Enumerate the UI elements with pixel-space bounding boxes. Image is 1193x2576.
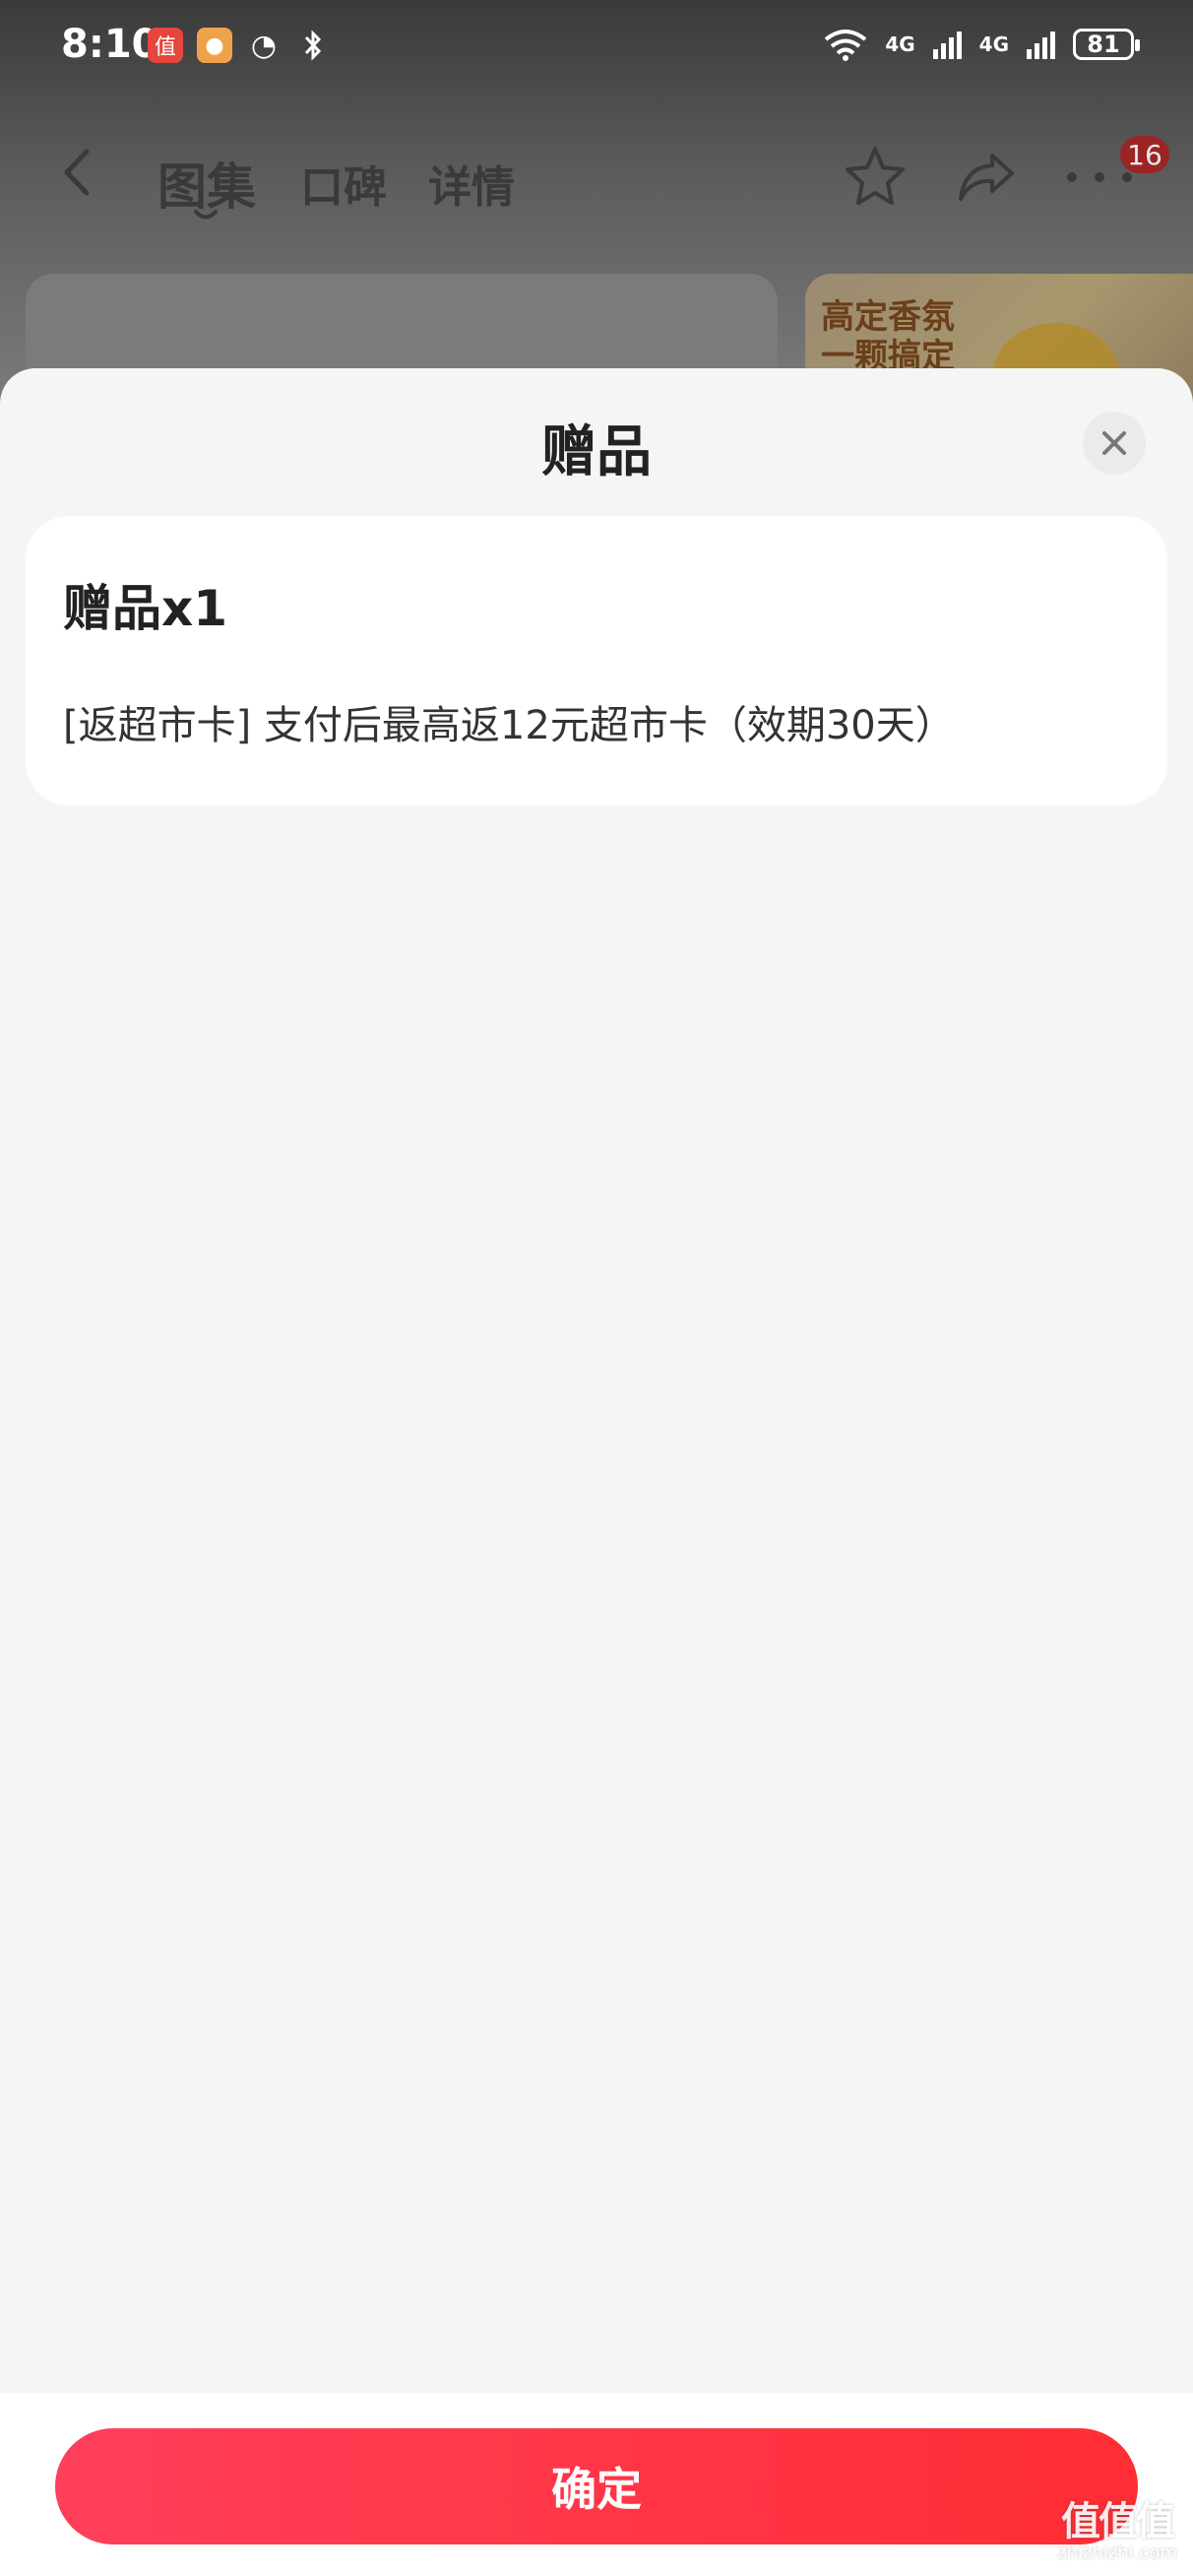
status-notification-icons: 值 ● ◔ — [148, 28, 331, 63]
sheet-footer: 确定 — [0, 2393, 1193, 2576]
notification-badge: 16 — [1120, 136, 1169, 173]
battery-level: 81 — [1087, 31, 1120, 58]
watermark-url: zhizhizhi.com — [1057, 2543, 1177, 2563]
network-label-2: 4G — [978, 32, 1009, 56]
more-icon[interactable] — [1067, 172, 1132, 186]
confirm-button[interactable]: 确定 — [55, 2428, 1138, 2544]
close-button[interactable] — [1083, 412, 1146, 475]
background-page: 8:10 值 ● ◔ 4G 4G 81 图集 口碑 详情 16 高定香氛 一颗搞… — [0, 0, 1193, 421]
tab-indicator-icon — [194, 210, 218, 220]
gift-description: [返超市卡] 支付后最高返12元超市卡（效期30天） — [63, 703, 955, 748]
status-bar: 8:10 值 ● ◔ 4G 4G 81 — [0, 0, 1193, 98]
status-time: 8:10 — [61, 22, 159, 67]
network-label-1: 4G — [885, 32, 915, 56]
gift-sheet: 赠品 赠品x1 [返超市卡] 支付后最高返12元超市卡（效期30天） — [0, 368, 1193, 2576]
notification-pet-icon: ● — [197, 28, 232, 63]
watermark-logo: 值值值 — [1061, 2499, 1175, 2544]
close-icon — [1102, 431, 1126, 455]
notification-app-icon: 值 — [148, 28, 183, 63]
gift-heading: 赠品x1 — [63, 580, 228, 637]
share-icon[interactable] — [955, 146, 1020, 207]
battery-icon: 81 — [1073, 29, 1140, 60]
back-icon[interactable] — [57, 148, 96, 197]
signal-icon-1 — [932, 30, 962, 59]
banner-text: 高定香氛 一颗搞定 — [821, 297, 955, 376]
top-navigation: 图集 口碑 详情 16 — [0, 128, 1193, 226]
speed-icon: ◔ — [250, 28, 278, 63]
gift-card: 赠品x1 [返超市卡] 支付后最高返12元超市卡（效期30天） — [26, 516, 1167, 805]
star-icon[interactable] — [843, 144, 908, 209]
sheet-title: 赠品 — [541, 420, 652, 484]
watermark: 值值值 zhizhizhi.com — [1043, 2489, 1191, 2568]
signal-icon-2 — [1027, 30, 1055, 59]
wifi-icon — [825, 30, 867, 61]
bluetooth-icon — [295, 28, 331, 63]
status-right-group: 4G 4G 81 — [824, 28, 1140, 61]
banner-line-1: 高定香氛 — [821, 297, 955, 337]
tab-details[interactable]: 详情 — [428, 152, 515, 215]
tab-reviews[interactable]: 口碑 — [300, 152, 387, 215]
